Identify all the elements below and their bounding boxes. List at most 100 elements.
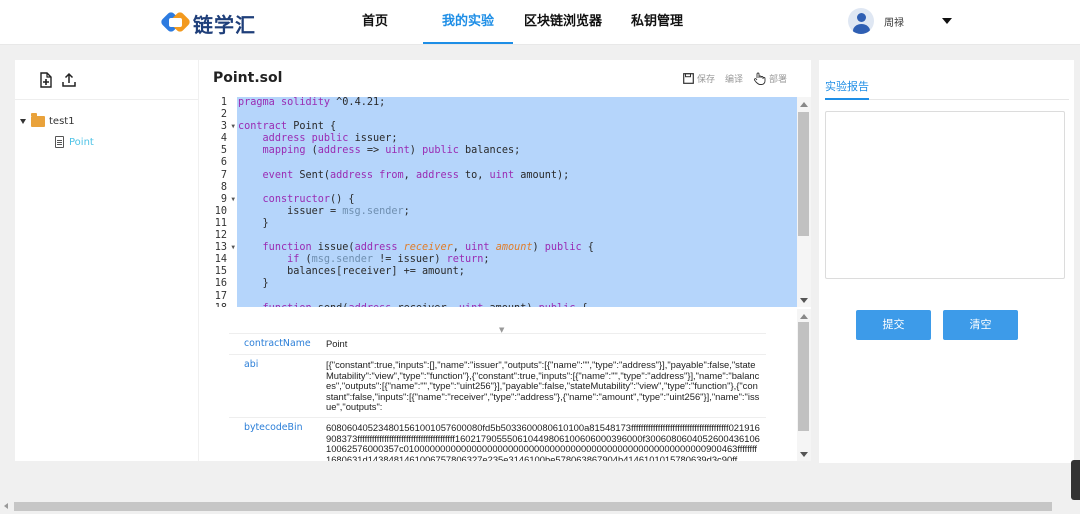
chevron-down-icon[interactable] [942,18,952,24]
code-line: 6 [199,157,797,170]
info-value: 608060405234801561001057600080fd5b503360… [326,417,766,461]
nav-home[interactable]: 首页 [358,0,392,44]
line-number: 10 [199,205,237,218]
tree-folder[interactable]: test1 [20,113,75,127]
deploy-label: 部署 [768,75,787,85]
code-editor[interactable]: 1 pragma solidity ^0.4.21; 2 3 ▼ contract P… [199,97,797,307]
code-lines: 1 pragma solidity ^0.4.21; 2 3 ▼ contract P… [199,97,797,307]
code-line: 8 [199,181,797,194]
code-line: 16 } [199,278,797,291]
report-textarea[interactable] [825,111,1065,279]
clear-button[interactable]: 清空 [943,310,1018,340]
table-row: contractName Point [229,332,766,355]
user-name: 周禄 [884,17,904,29]
info-key: abi [229,354,326,418]
code-line: 18 function send(address receiver, uint … [199,302,797,307]
code-line: 4 address public issuer; [199,133,797,146]
scroll-down-icon[interactable] [800,298,808,303]
nav-blockchain-explorer[interactable]: 区块链浏览器 [524,0,602,44]
save-icon [683,73,694,84]
tree-file[interactable]: Point [55,136,94,148]
line-number: 6 [199,157,237,170]
code-line: 11 } [199,217,797,231]
file-toolbar [15,60,198,100]
user-menu[interactable]: 周禄 [848,8,952,34]
compile-label: 编译 [724,75,743,85]
code-line: 7 event Sent(address from, address to, u… [199,169,797,182]
line-number: 4 [199,133,237,146]
line-number: 7 [199,169,237,182]
line-number: 12 [199,230,237,243]
editor-panel: Point.sol 保存 编译 部署 1 pragma solidity ^0.4… [199,60,811,461]
code-line: 15 balances[receiver] += amount; [199,266,797,279]
info-value: Point [326,332,766,355]
line-number: 18 [199,302,237,307]
nav-my-experiments[interactable]: 我的实验 [423,0,513,44]
line-number[interactable]: 9 ▼ [199,193,237,206]
tab-report[interactable]: 实验报告 [825,78,869,94]
avatar[interactable] [848,8,874,34]
folder-icon [31,113,45,127]
hand-pointer-icon [753,72,766,85]
tab-underline [825,98,1069,100]
contract-info-panel: ▼ contractName Point abi [{"constant":tr… [199,309,797,461]
info-scrollbar[interactable] [797,309,811,461]
scroll-down-icon[interactable] [800,452,808,457]
code-line: 5 mapping (address => uint) public balan… [199,145,797,158]
contract-info-table: contractName Point abi [{"constant":true… [229,332,766,461]
code-line: 10 issuer = msg.sender; [199,205,797,218]
editor-scrollbar[interactable] [797,97,811,307]
code-line: 3 ▼ contract Point { [199,121,797,134]
info-value: [{"constant":true,"inputs":[],"name":"is… [326,354,766,418]
scrollbar-thumb[interactable] [798,322,809,431]
upload-icon[interactable] [61,72,77,88]
line-number: 16 [199,278,237,291]
line-number: 15 [199,266,237,279]
line-number[interactable]: 13 ▼ [199,242,237,255]
line-number: 2 [199,109,237,122]
file-icon [55,136,64,148]
table-row: bytecodeBin 6080604052348015610010576000… [229,417,766,461]
fold-icon: ▼ [231,244,235,252]
compile-button[interactable]: 编译 [725,72,743,85]
scrollbar-thumb[interactable] [798,112,809,236]
code-line: 2 [199,109,797,122]
scroll-up-icon[interactable] [800,314,808,319]
file-label: Point [69,136,94,148]
logo-icon [159,10,192,34]
code-line: 14 if (msg.sender != issuer) return; [199,254,797,267]
line-number: 14 [199,254,237,267]
scrollbar-thumb[interactable] [14,502,1052,511]
logo[interactable]: 链学汇 [159,9,256,37]
save-label: 保存 [696,75,715,85]
file-explorer: test1 Point [15,60,198,461]
line-number: 5 [199,145,237,158]
line-number: 8 [199,181,237,194]
scroll-left-icon[interactable] [4,503,8,509]
fold-icon: ▼ [231,195,235,203]
line-number: 1 [199,97,237,110]
nav-key-management[interactable]: 私钥管理 [630,0,684,44]
code-line: 12 [199,230,797,243]
info-key: contractName [229,332,326,355]
info-key: bytecodeBin [229,417,326,461]
new-file-icon[interactable] [38,72,54,88]
scroll-up-icon[interactable] [800,102,808,107]
top-navbar: 链学汇 首页 我的实验 区块链浏览器 私钥管理 周禄 [0,0,1080,45]
line-number[interactable]: 3 ▼ [199,121,237,134]
line-number: 11 [199,217,237,231]
editor-actions: 保存 编译 部署 [673,72,787,85]
caret-down-icon[interactable] [20,119,26,124]
fold-icon: ▼ [231,123,235,131]
submit-button[interactable]: 提交 [856,310,931,340]
deploy-button[interactable]: 部署 [753,72,787,85]
table-row: abi [{"constant":true,"inputs":[],"name"… [229,354,766,418]
side-widget-handle[interactable] [1071,460,1080,500]
editor-file-title: Point.sol [213,70,283,86]
code-line: 9 ▼ constructor() { [199,193,797,206]
report-panel: 实验报告 提交 清空 [819,60,1074,463]
code-line: 1 pragma solidity ^0.4.21; [199,97,797,110]
code-line: 17 [199,290,797,303]
save-button[interactable]: 保存 [683,72,715,85]
page-horizontal-scrollbar[interactable] [0,498,1080,514]
